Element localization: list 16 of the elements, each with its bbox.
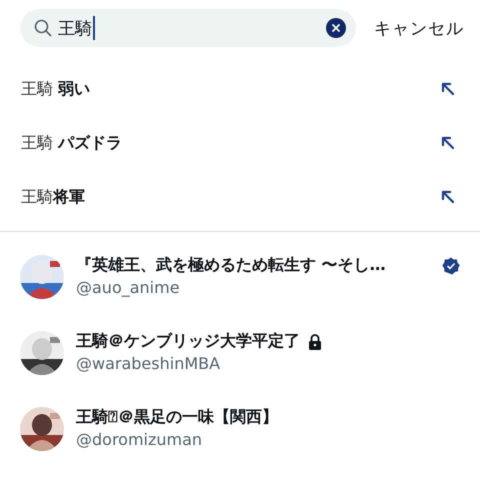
arrow-icon[interactable] <box>441 190 455 204</box>
search-field[interactable]: 王騎 <box>20 9 356 47</box>
suggestion-text[interactable]: 王騎将軍 <box>21 186 85 208</box>
suggestion-text[interactable]: 王騎 パズドラ <box>21 132 122 154</box>
user-handle: @doromizuman <box>76 430 204 449</box>
clear-icon[interactable] <box>326 18 346 38</box>
user-name: 王騎＠ケンブリッジ大学平定了 <box>76 331 300 352</box>
user-name: 王騎⍰＠黒足の一味【関西】 <box>76 407 278 428</box>
user-name: 『英雄王、武を極めるため転生す 〜そし… <box>76 255 386 276</box>
user-handle: @auo_anime <box>76 278 181 297</box>
arrow-icon[interactable] <box>441 82 455 96</box>
cancel-button[interactable]: キャンセル <box>370 16 468 40</box>
user-handle: @warabeshinMBA <box>76 354 222 373</box>
suggestion-text[interactable]: 王騎 弱い <box>21 78 90 100</box>
search-icon <box>34 19 52 37</box>
arrow-icon[interactable] <box>441 136 455 150</box>
